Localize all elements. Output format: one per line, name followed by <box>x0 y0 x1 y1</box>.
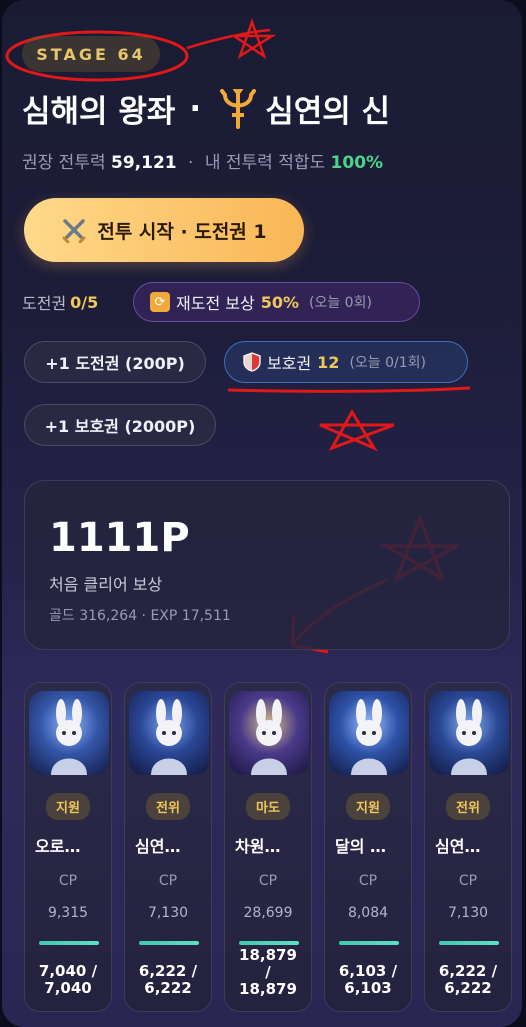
hp-value: 6,222 /6,222 <box>138 962 198 997</box>
retry-label: 재도전 보상 <box>176 294 255 313</box>
role-badge: 전위 <box>446 793 490 820</box>
hp-bar <box>139 941 199 945</box>
stage-panel: STAGE 64 심해의 왕좌 · 심연의 신 권장 전투력 59,121 · … <box>2 0 522 1027</box>
hp-bar-fill <box>39 941 99 945</box>
character-name: 오로… <box>35 837 81 856</box>
refresh-icon: ⟳ <box>150 292 170 312</box>
cp-label: CP <box>358 873 378 889</box>
character-portrait <box>129 691 209 775</box>
character-portrait <box>29 691 109 775</box>
stage-location: 심해의 왕좌 <box>22 94 176 130</box>
cp-value: 7,130 <box>447 905 489 921</box>
party-member-card[interactable]: 지원달의 … CP 8,084 6,103 /6,103 <box>324 682 412 1012</box>
hp-bar-fill <box>339 941 399 945</box>
hp-bar-fill <box>239 941 299 945</box>
power-separator: · <box>188 153 194 173</box>
retry-reward-badge: ⟳ 재도전 보상 50% (오늘 0회) <box>133 282 420 322</box>
party-member-card[interactable]: 전위심연… CP 7,130 6,222 /6,222 <box>424 682 512 1012</box>
buy-shield-label: +1 보호권 (2000P) <box>44 417 196 436</box>
retry-value: 50% <box>260 292 299 312</box>
reward-points: 1111P <box>49 515 190 561</box>
hp-bar <box>339 941 399 945</box>
hp-bar <box>39 941 99 945</box>
character-name: 심연… <box>435 837 481 856</box>
hp-value: 7,040 /7,040 <box>38 962 98 997</box>
character-portrait <box>229 691 309 775</box>
hp-value: 18,879/18,879 <box>239 946 297 998</box>
hp-value: 6,222 /6,222 <box>438 962 498 997</box>
shield-status: 보호권 12 (오늘 0/1회) <box>224 341 468 383</box>
first-clear-reward: 1111P 처음 클리어 보상 골드 316,264 · EXP 17,511 <box>24 480 510 650</box>
role-badge: 마도 <box>246 793 290 820</box>
start-battle-label: 전투 시작 · 도전권 1 <box>97 220 267 243</box>
recommended-power-label: 권장 전투력 <box>22 153 106 173</box>
reward-details: 골드 316,264 · EXP 17,511 <box>49 608 231 624</box>
cp-value: 28,699 <box>243 905 293 921</box>
party-member-card[interactable]: 마도차원… CP 28,699 18,879/18,879 <box>224 682 312 1012</box>
cp-label: CP <box>158 873 178 889</box>
retry-note: (오늘 0회) <box>308 295 372 311</box>
cp-label: CP <box>458 873 478 889</box>
cp-value: 8,084 <box>347 905 389 921</box>
power-fit-value: 100% <box>330 153 384 173</box>
start-battle-button[interactable]: 전투 시작 · 도전권 1 <box>24 198 304 262</box>
buy-ticket-button[interactable]: +1 도전권 (200P) <box>24 341 206 383</box>
buy-shield-button[interactable]: +1 보호권 (2000P) <box>24 404 216 446</box>
character-portrait <box>429 691 509 775</box>
shield-icon <box>243 352 261 372</box>
shield-value: 12 <box>317 352 340 372</box>
role-badge: 지원 <box>346 793 390 820</box>
character-portrait <box>329 691 409 775</box>
power-summary: 권장 전투력 59,121 · 내 전투력 적합도 100% <box>22 148 383 173</box>
crossed-swords-icon <box>62 219 86 243</box>
hp-value: 6,103 /6,103 <box>338 962 398 997</box>
ticket-label: 도전권 <box>22 294 67 313</box>
trident-icon <box>220 88 257 129</box>
party-member-card[interactable]: 지원오로… CP 9,315 7,040 /7,040 <box>24 682 112 1012</box>
character-name: 차원… <box>235 837 281 856</box>
boss-name: 심연의 신 <box>265 94 391 130</box>
cp-value: 9,315 <box>47 905 89 921</box>
hp-bar-fill <box>439 941 499 945</box>
ticket-count: 도전권 0/5 <box>22 284 98 320</box>
title-separator: · <box>189 90 202 127</box>
buy-ticket-label: +1 도전권 (200P) <box>45 354 185 373</box>
power-fit-label: 내 전투력 적합도 <box>204 153 326 173</box>
cp-label: CP <box>258 873 278 889</box>
character-name: 달의 … <box>335 837 387 856</box>
recommended-power-value: 59,121 <box>111 153 177 173</box>
role-badge: 지원 <box>46 793 90 820</box>
cp-value: 7,130 <box>147 905 189 921</box>
role-badge: 전위 <box>146 793 190 820</box>
cp-label: CP <box>58 873 78 889</box>
ticket-value: 0/5 <box>70 292 99 312</box>
character-name: 심연… <box>135 837 181 856</box>
shield-note: (오늘 0/1회) <box>349 355 426 371</box>
reward-label: 처음 클리어 보상 <box>49 575 163 594</box>
shield-label: 보호권 <box>267 354 312 373</box>
hp-bar-fill <box>139 941 199 945</box>
stage-badge: STAGE 64 <box>22 36 160 72</box>
hp-bar <box>239 941 299 945</box>
hp-bar <box>439 941 499 945</box>
page-title: 심해의 왕좌 · 심연의 신 <box>22 86 502 131</box>
party-member-card[interactable]: 전위심연… CP 7,130 6,222 /6,222 <box>124 682 212 1012</box>
